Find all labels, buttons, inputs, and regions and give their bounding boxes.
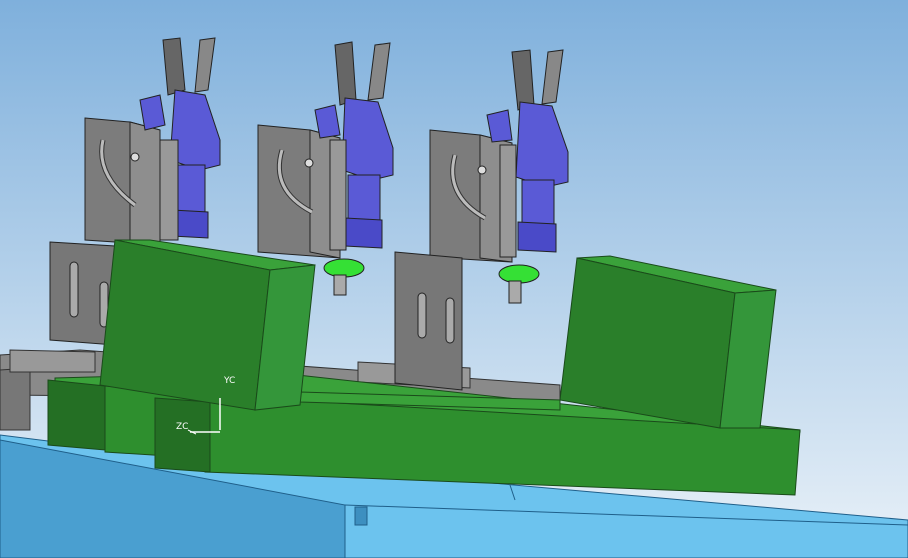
block-front-face [99,239,271,411]
graphics-viewport[interactable]: YC ZC [0,0,908,558]
green-block-left[interactable] [99,239,316,411]
zc-axis-label: ZC [176,422,188,432]
base-rail-left [47,379,106,451]
pivot-hole [130,152,140,162]
mount-bracket-side [129,121,161,246]
green-collet-ring [498,264,540,284]
cad-model-scene[interactable]: YC ZC [0,0,908,558]
green-collet-ring [323,258,365,278]
base-pocket [154,397,211,473]
table-bolt[interactable] [354,506,368,526]
yc-axis-label: YC [223,376,235,386]
